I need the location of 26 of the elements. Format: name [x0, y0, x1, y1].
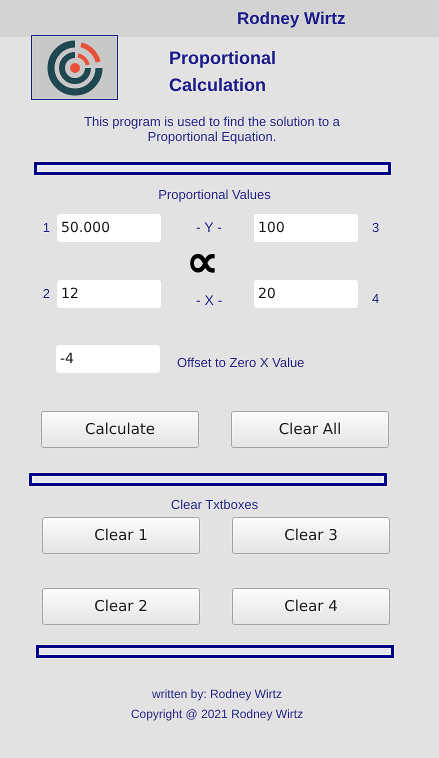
app-title: Proportional Calculation — [169, 47, 277, 97]
field-number: 2 — [42, 284, 50, 303]
offset-label: Offset to Zero X Value — [177, 354, 304, 372]
proportional-symbol: ∝ — [186, 242, 219, 280]
clear-button[interactable]: Clear 2 — [42, 588, 200, 625]
input-field[interactable]: 100 — [254, 214, 358, 242]
input-field[interactable]: 50.000 — [57, 214, 161, 242]
clear-button[interactable]: Clear 4 — [232, 588, 390, 625]
field-number: 1 — [42, 218, 50, 237]
section-label: Proportional Values — [157, 186, 272, 204]
description: This program is used to find the solution to a Proportional Equation. — [83, 114, 341, 144]
field-number: 4 — [372, 290, 380, 308]
axis-label: - X - — [196, 291, 224, 310]
axis-label: - Y - — [196, 218, 223, 237]
input-field[interactable]: 20 — [254, 280, 358, 308]
clear-button[interactable]: Clear 3 — [232, 517, 390, 554]
field-number: 3 — [372, 218, 380, 237]
input-field[interactable]: -4 — [56, 344, 160, 372]
footer-text: written by: Rodney Wirtz — [152, 686, 282, 703]
clear-button[interactable]: Clear 1 — [42, 517, 200, 554]
calculate-button[interactable]: Calculate — [41, 410, 199, 448]
section-label: Clear Txtboxes — [170, 496, 260, 514]
clear-all-button[interactable]: Clear All — [231, 410, 389, 448]
header-title: Rodney Wirtz — [237, 8, 346, 30]
input-field[interactable]: 12 — [57, 280, 161, 308]
footer-text: Copyright @ 2021 Rodney Wirtz — [130, 706, 304, 723]
